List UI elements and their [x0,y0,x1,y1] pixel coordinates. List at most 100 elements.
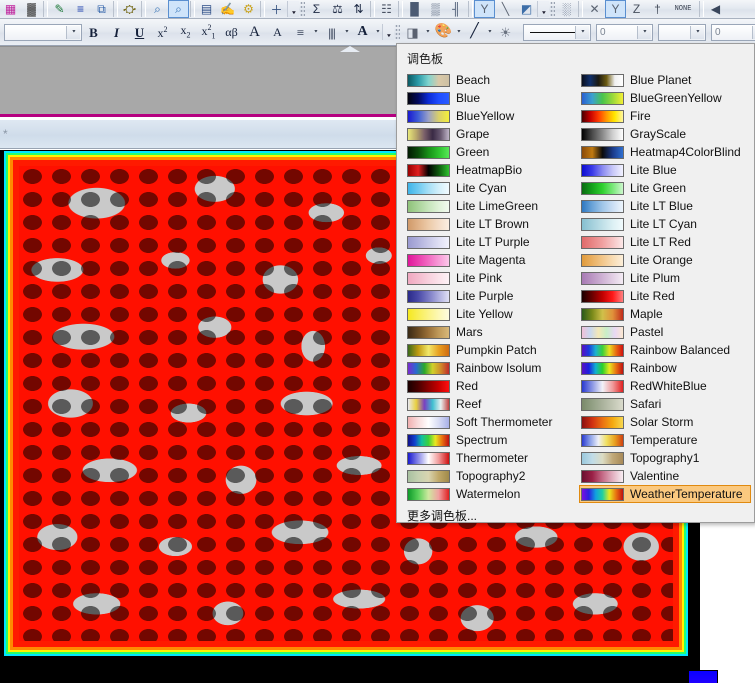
pattern-combo[interactable] [658,23,706,41]
no-line-icon[interactable]: ╲ [495,0,516,18]
palette-item[interactable]: Solar Storm [579,413,751,431]
statistics-sigma-icon[interactable]: Σ [306,0,327,18]
add-column-icon[interactable]: ＋ [266,0,287,18]
palette-item[interactable]: Lite LT Red [579,233,751,251]
palette-item[interactable]: Spectrum [405,431,577,449]
palette-item[interactable]: Maple [579,305,751,323]
palette-item[interactable]: Lite LT Purple [405,233,577,251]
toolbar-grip[interactable] [300,1,305,17]
underline-button[interactable]: U [128,20,151,44]
palette-item[interactable]: Pastel [579,323,751,341]
palette-item[interactable]: Lite Blue [579,161,751,179]
decrease-font-button[interactable]: A [266,20,289,44]
palette-item[interactable]: Lite Magenta [405,251,577,269]
gears-icon[interactable]: ⚙ [238,0,259,18]
palette-item[interactable]: Blue [405,89,577,107]
increase-font-button[interactable]: A [243,20,266,44]
superscript-button[interactable]: x2 [151,20,174,44]
superscript-subscript-button[interactable]: x21 [197,20,220,44]
palette-item[interactable]: HeatmapBio [405,161,577,179]
palette-item[interactable]: Fire [579,107,751,125]
palette-item[interactable]: Lite Purple [405,287,577,305]
palette-item[interactable]: Safari [579,395,751,413]
palette-item[interactable]: Temperature [579,431,751,449]
bold-button[interactable]: B [82,20,105,44]
palette-item[interactable]: Lite LT Cyan [579,215,751,233]
palette-item[interactable]: Red [405,377,577,395]
more-palettes-link[interactable]: 更多调色板... [397,503,754,522]
palette-item[interactable]: Lite LT Blue [579,197,751,215]
film-strip-icon[interactable]: ▓ [21,0,42,18]
line-color-button[interactable]: ╱ [463,20,486,44]
palette-item[interactable]: GrayScale [579,125,751,143]
palette-item[interactable]: Lite Pink [405,269,577,287]
palette-item[interactable]: Pumpkin Patch [405,341,577,359]
palette-item[interactable]: Green [405,143,577,161]
palette-item[interactable]: Lite Orange [579,251,751,269]
pattern-width-combo[interactable]: 0 [711,23,755,41]
line-style-combo[interactable] [523,23,591,41]
hierarchy-icon[interactable]: ⛮ [119,0,140,18]
y-function-icon[interactable]: Y [605,0,626,18]
data-reader-icon[interactable]: ⌕ [168,0,189,18]
palette-item[interactable]: Topography2 [405,467,577,485]
align-left-icon[interactable]: ◀ [705,0,726,18]
palette-item[interactable]: Reef [405,395,577,413]
color-scale-bar[interactable] [688,670,718,683]
format-toolbar-overflow[interactable] [382,24,394,40]
toolbar-overflow-button[interactable] [537,1,549,17]
fill-color-button[interactable]: ◨ [401,20,424,44]
palette-item[interactable]: Lite Plum [579,269,751,287]
palette-item[interactable]: Grape [405,125,577,143]
align-dropdown-arrow[interactable] [312,24,320,40]
fill-area-icon[interactable]: ◩ [516,0,537,18]
layer-contents-icon[interactable]: ▦ [0,0,21,18]
palette-item[interactable]: Lite LimeGreen [405,197,577,215]
palette-item[interactable]: Rainbow Isolum [405,359,577,377]
font-color-dropdown-arrow[interactable] [374,24,382,40]
font-name-combo[interactable] [4,23,82,41]
italic-button[interactable]: I [105,20,128,44]
x-function-icon[interactable]: ✕ [584,0,605,18]
palette-item[interactable]: Thermometer [405,449,577,467]
brightness-button[interactable]: ☀ [494,20,517,44]
box-chart-icon[interactable]: ╢ [446,0,467,18]
line-color-dropdown-arrow[interactable] [486,24,494,40]
toolbar-overflow-button[interactable] [287,1,299,17]
palette-item[interactable]: Beach [405,71,577,89]
graph-window-titlebar[interactable]: 1 * [0,120,397,149]
palette-item[interactable]: Lite LT Brown [405,215,577,233]
sort-az-icon[interactable]: ⇅ [348,0,369,18]
toolbar-grip[interactable] [395,24,400,40]
chevron-down-icon[interactable] [66,25,80,39]
palette-item[interactable]: Soft Thermometer [405,413,577,431]
bar-chart-icon[interactable]: █ [404,0,425,18]
histogram-icon[interactable]: ▒ [425,0,446,18]
palette-item[interactable]: Rainbow Balanced [579,341,751,359]
color-palette-popup[interactable]: 调色板 Beach Blue Planet Blue BlueGreenYellow B… [396,43,755,523]
fill-color-dropdown-arrow[interactable] [424,24,432,40]
palette-item[interactable]: Mars [405,323,577,341]
toolbar-grip[interactable] [550,1,555,17]
palette-item[interactable]: RedWhiteBlue [579,377,751,395]
font-color-button[interactable]: A [351,20,374,44]
paragraph-align-button[interactable]: ≡ [289,20,312,44]
palette-item[interactable]: Lite Cyan [405,179,577,197]
palette-dropdown-arrow[interactable] [455,24,463,40]
zoom-preview-icon[interactable]: ⌕ [147,0,168,18]
chevron-down-icon[interactable] [637,25,651,39]
palette-item[interactable]: Rainbow [579,359,751,377]
palette-item[interactable]: WeatherTemperature [579,485,751,503]
normalize-icon[interactable]: ⚖ [327,0,348,18]
greek-button[interactable]: αβ [220,20,243,44]
color-palette-button[interactable]: 🎨 [432,20,455,44]
palette-item[interactable]: Lite Yellow [405,305,577,323]
palette-item[interactable]: Topography1 [579,449,751,467]
error-bar-icon[interactable]: † [647,0,668,18]
worksheet-icon[interactable]: ▤ [196,0,217,18]
notes-icon[interactable]: ✍ [217,0,238,18]
palette-item[interactable]: BlueGreenYellow [579,89,751,107]
palette-item[interactable]: Watermelon [405,485,577,503]
merge-layers-icon[interactable]: ⧉ [91,0,112,18]
chevron-down-icon[interactable] [575,25,589,39]
